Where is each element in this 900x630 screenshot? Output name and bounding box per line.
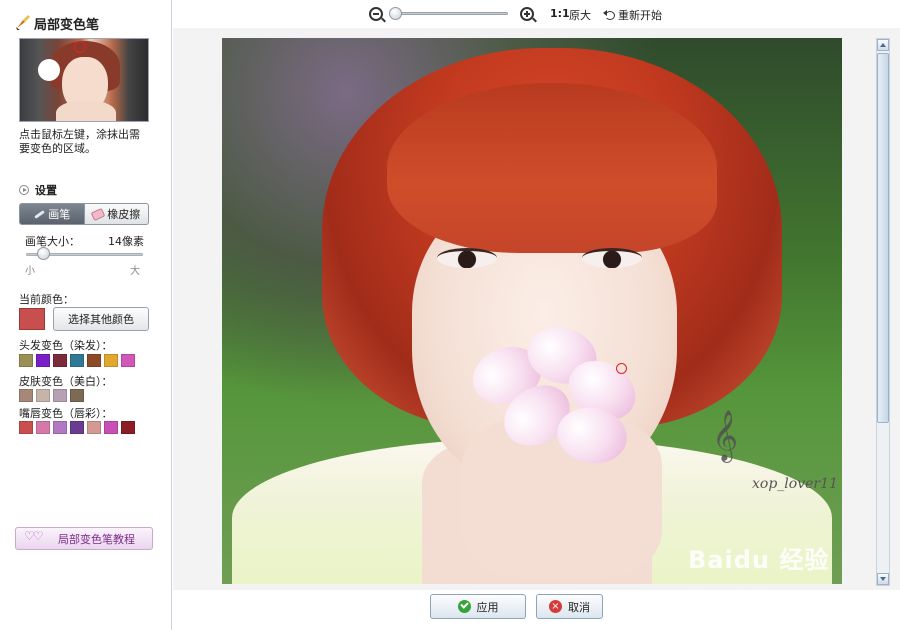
photo-left-eye — [437, 248, 497, 268]
hair-color-swatches — [19, 354, 135, 367]
expand-arrow-icon — [19, 185, 29, 195]
zoom-out-icon[interactable] — [369, 7, 383, 21]
reset-label: 重新开始 — [618, 9, 662, 22]
color-swatch[interactable] — [87, 421, 101, 434]
tool-selector: 画笔 橡皮擦 — [19, 203, 149, 225]
color-swatch[interactable] — [53, 421, 67, 434]
pick-color-button[interactable]: 选择其他颜色 — [53, 307, 149, 331]
scroll-down-icon[interactable] — [877, 573, 889, 585]
current-color-swatch[interactable] — [19, 308, 45, 330]
color-swatch[interactable] — [36, 421, 50, 434]
undo-icon — [603, 9, 615, 20]
color-swatch[interactable] — [53, 354, 67, 367]
color-swatch[interactable] — [121, 421, 135, 434]
color-swatch[interactable] — [70, 389, 84, 402]
current-color-label: 当前颜色： — [19, 293, 74, 306]
brush-cursor-icon — [616, 363, 627, 374]
skin-color-swatches — [19, 389, 84, 402]
brush-tool-icon — [16, 15, 30, 30]
color-swatch[interactable] — [53, 389, 67, 402]
color-swatch[interactable] — [70, 354, 84, 367]
cancel-label: 取消 — [568, 600, 590, 614]
brush-icon — [33, 209, 45, 219]
tutorial-label: 局部变色笔教程 — [58, 532, 135, 546]
vertical-scrollbar[interactable] — [876, 38, 890, 586]
treble-clef-watermark-icon: 𝄞 — [712, 410, 739, 461]
tutorial-button[interactable]: 局部变色笔教程 — [15, 527, 153, 550]
hair-color-label: 头发变色（染发）： — [19, 339, 113, 352]
reset-button[interactable]: 重新开始 — [603, 7, 662, 23]
scroll-up-icon[interactable] — [877, 39, 889, 51]
apply-label: 应用 — [476, 600, 499, 614]
eraser-label: 橡皮擦 — [107, 208, 141, 221]
hearts-icon — [24, 529, 54, 546]
baidu-url: jingyan.baidu.com — [692, 588, 803, 602]
photo-right-eye — [582, 248, 642, 268]
zoom-in-icon[interactable] — [520, 7, 534, 21]
preview-thumbnail[interactable] — [19, 38, 149, 122]
thumb-body — [56, 101, 116, 121]
instruction-text: 点击鼠标左键，涂抹出需要变色的区域。 — [19, 128, 140, 155]
color-swatch[interactable] — [104, 354, 118, 367]
thumb-flower — [38, 59, 60, 81]
eraser-button[interactable]: 橡皮擦 — [84, 203, 149, 225]
color-swatch[interactable] — [104, 421, 118, 434]
brush-size-value: 14像素 — [108, 235, 144, 248]
brush-label: 画笔 — [48, 208, 71, 221]
color-swatch[interactable] — [87, 354, 101, 367]
author-watermark: xop_lover11 — [752, 476, 838, 492]
photo-flower — [464, 319, 652, 469]
apply-button[interactable]: 应用 — [430, 594, 526, 619]
panel-title: 局部变色笔 — [34, 18, 100, 33]
brush-size-max-label: 大 — [130, 266, 140, 277]
brush-cursor-icon — [74, 41, 86, 53]
settings-section[interactable]: 设置 — [19, 182, 57, 198]
scroll-thumb[interactable] — [877, 53, 889, 423]
cancel-button[interactable]: × 取消 — [536, 594, 603, 619]
baidu-logo: Baidu 经验 — [688, 546, 830, 574]
close-icon: × — [549, 600, 562, 613]
left-panel: 局部变色笔 点击鼠标左键，涂抹出需要变色的区域。 设置 画笔 橡皮擦 画笔大小：… — [0, 0, 172, 630]
zoom-slider-thumb[interactable] — [389, 7, 402, 20]
brush-size-min-label: 小 — [25, 266, 35, 277]
skin-color-label: 皮肤变色（美白）： — [19, 375, 113, 388]
check-icon — [457, 600, 471, 613]
brush-size-label: 画笔大小： — [25, 235, 80, 248]
actual-size-ratio[interactable]: 1:1 — [550, 7, 570, 20]
canvas-area: 𝄞 xop_lover11 Baidu 经验 jingyan.baidu.com — [173, 28, 900, 602]
lip-color-swatches — [19, 421, 135, 434]
zoom-toolbar: 1:1 原大 重新开始 — [173, 0, 900, 28]
color-swatch[interactable] — [19, 389, 33, 402]
lip-color-label: 嘴唇变色（唇彩）： — [19, 407, 113, 420]
brush-button[interactable]: 画笔 — [19, 203, 85, 225]
color-swatch[interactable] — [19, 354, 33, 367]
brush-size-slider-thumb[interactable] — [37, 247, 50, 260]
color-swatch[interactable] — [121, 354, 135, 367]
eraser-icon — [90, 207, 106, 221]
color-swatch[interactable] — [19, 421, 33, 434]
zoom-slider[interactable] — [393, 12, 508, 15]
color-swatch[interactable] — [36, 354, 50, 367]
photo-bangs — [387, 83, 717, 253]
color-swatch[interactable] — [36, 389, 50, 402]
actual-size-button[interactable]: 原大 — [569, 7, 591, 23]
edit-photo[interactable]: 𝄞 xop_lover11 — [222, 38, 842, 584]
settings-label: 设置 — [35, 184, 57, 197]
color-swatch[interactable] — [70, 421, 84, 434]
